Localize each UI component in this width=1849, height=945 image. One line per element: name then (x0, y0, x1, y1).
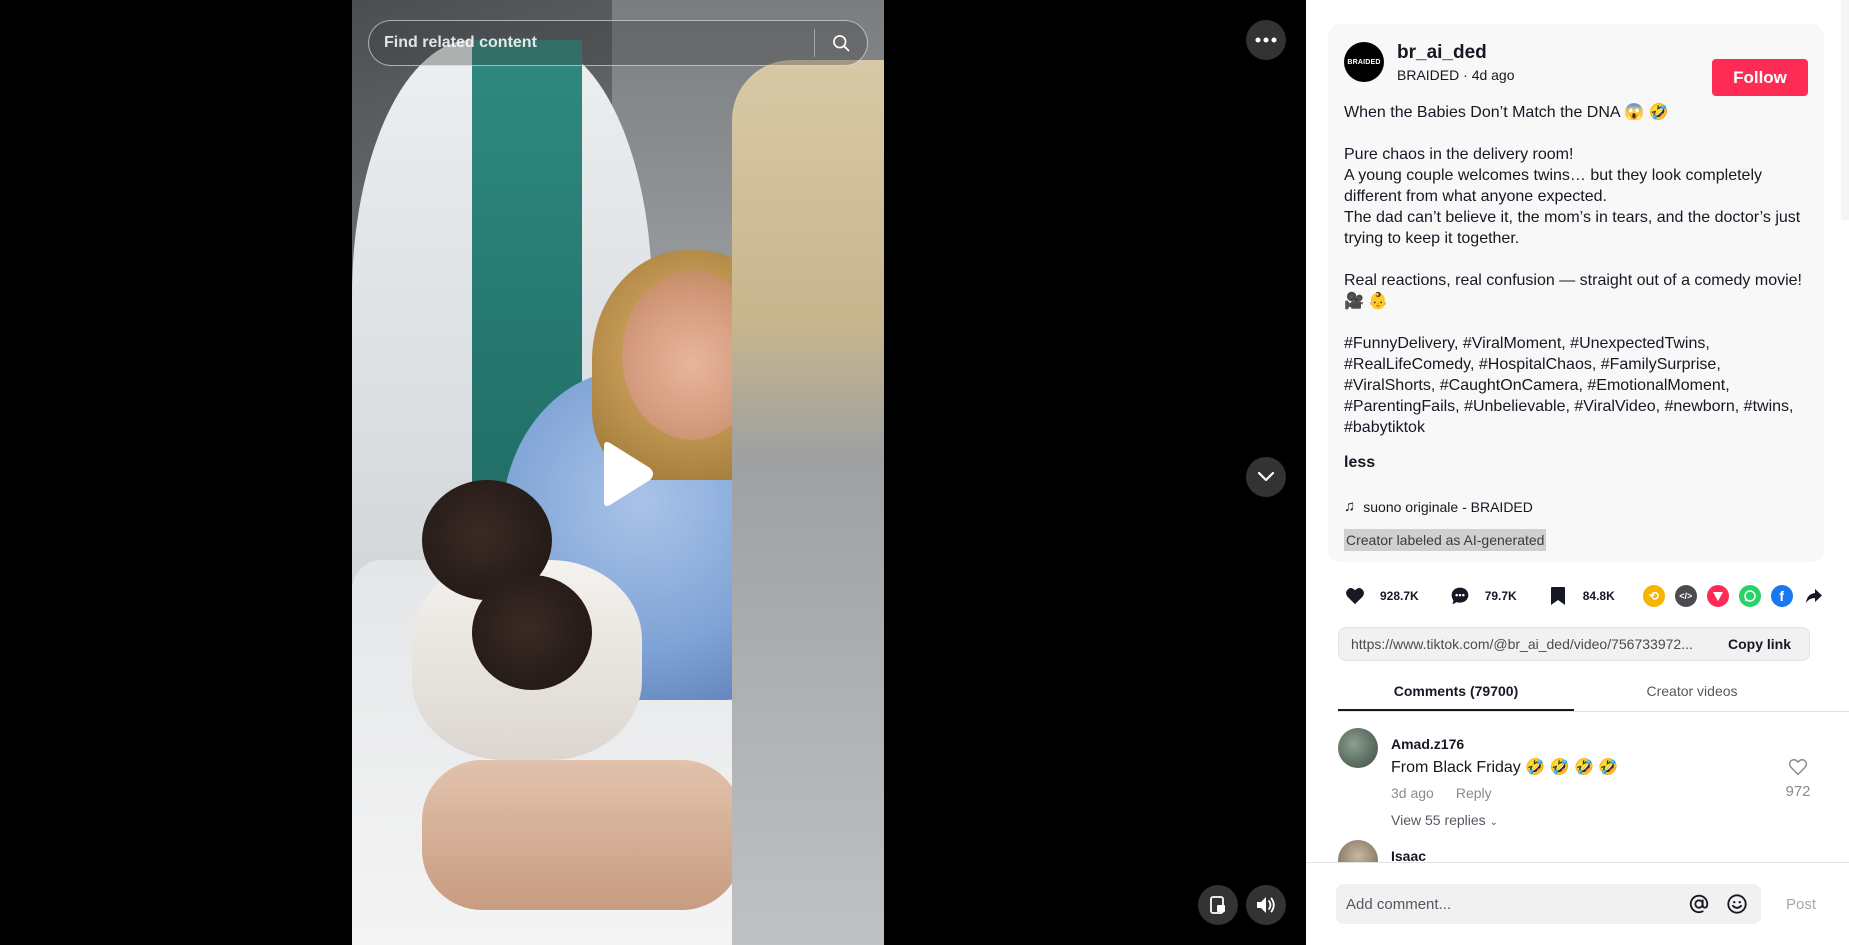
video-frame-father (732, 60, 884, 945)
comment-body: Isaac (1391, 840, 1818, 862)
comment-icon (1447, 583, 1473, 609)
whatsapp-icon[interactable] (1738, 585, 1761, 607)
more-options-button[interactable] (1246, 20, 1286, 60)
mention-icon[interactable] (1685, 890, 1713, 918)
view-replies-button[interactable]: View 55 replies ⌄ (1391, 812, 1818, 828)
panel-scrollbar[interactable] (1841, 0, 1849, 220)
heart-icon (1342, 583, 1368, 609)
music-title: suono originale - BRAIDED (1363, 498, 1533, 515)
volume-button[interactable] (1246, 885, 1286, 925)
ai-generated-label: Creator labeled as AI-generated (1344, 529, 1547, 551)
video-frame-arm (422, 760, 742, 910)
music-link[interactable]: ♫ suono originale - BRAIDED (1344, 498, 1808, 515)
music-note-icon: ♫ (1344, 498, 1356, 515)
like-action[interactable]: 928.7K (1342, 583, 1419, 609)
floating-player-button[interactable] (1198, 885, 1238, 925)
send-icon[interactable] (1706, 585, 1729, 607)
next-video-button[interactable] (1246, 457, 1286, 497)
follow-button[interactable]: Follow (1712, 59, 1808, 96)
comment-input-box (1336, 884, 1761, 924)
description-line: Pure chaos in the delivery room! (1344, 146, 1574, 163)
commenter-avatar[interactable] (1338, 840, 1378, 862)
author-avatar[interactable]: BRAIDED (1344, 42, 1384, 82)
video-stage (0, 0, 1306, 945)
emoji-icon[interactable] (1723, 890, 1751, 918)
share-options: ⟲ </> f (1642, 585, 1825, 607)
more-icon (1255, 37, 1277, 43)
embed-icon[interactable]: </> (1674, 585, 1697, 607)
author-info: br_ai_ded BRAIDED · 4d ago (1397, 40, 1712, 83)
commenter-avatar[interactable] (1338, 728, 1378, 768)
comment-like-count: 972 (1785, 783, 1811, 800)
reply-button[interactable]: Reply (1456, 785, 1492, 801)
panel-tabs: Comments (79700) Creator videos (1338, 674, 1849, 712)
save-count: 84.8K (1582, 589, 1615, 603)
search-button[interactable] (815, 21, 867, 65)
post-description: When the Babies Don’t Match the DNA 😱 🤣 … (1344, 102, 1808, 438)
volume-icon (1257, 897, 1275, 913)
post-info-card: BRAIDED br_ai_ded BRAIDED · 4d ago Follo… (1328, 24, 1824, 562)
share-arrow-icon[interactable] (1803, 585, 1825, 607)
copy-link-button[interactable]: Copy link (1718, 636, 1809, 652)
post-comment-button[interactable]: Post (1786, 896, 1816, 913)
commenter-username[interactable]: Isaac (1391, 848, 1818, 862)
description-line: Real reactions, real confusion — straigh… (1344, 272, 1802, 310)
action-bar: 928.7K 79.7K 84.8K ⟲ </> f (1342, 578, 1822, 614)
chevron-down-icon (1257, 471, 1275, 482)
description-line: A young couple welcomes twins… but they … (1344, 167, 1762, 205)
comment-composer: Post (1306, 862, 1849, 945)
author-display-name: BRAIDED (1397, 67, 1460, 83)
heart-outline-icon (1788, 758, 1808, 776)
comment-meta: 3d ago Reply (1391, 785, 1818, 801)
video-frame-baby-2 (472, 575, 592, 690)
author-meta: BRAIDED · 4d ago (1397, 67, 1515, 83)
comment-action[interactable]: 79.7K (1447, 583, 1517, 609)
facebook-icon[interactable]: f (1770, 585, 1793, 607)
play-button[interactable] (596, 440, 656, 508)
commenter-username[interactable]: Amad.z176 (1391, 736, 1818, 752)
repost-icon[interactable]: ⟲ (1642, 585, 1665, 607)
comment-count: 79.7K (1484, 589, 1517, 603)
bookmark-icon (1545, 583, 1571, 609)
copy-link-box: https://www.tiktok.com/@br_ai_ded/video/… (1338, 627, 1810, 661)
like-count: 928.7K (1380, 589, 1419, 603)
video-url: https://www.tiktok.com/@br_ai_ded/video/… (1351, 636, 1693, 652)
comment-list: Amad.z176 From Black Friday 🤣 🤣 🤣 🤣 3d a… (1338, 728, 1818, 862)
description-line: The dad can’t believe it, the mom’s in t… (1344, 209, 1801, 247)
comment-input[interactable] (1336, 884, 1685, 924)
comment-body: Amad.z176 From Black Friday 🤣 🤣 🤣 🤣 3d a… (1391, 728, 1818, 828)
description-title: When the Babies Don’t Match the DNA 😱 🤣 (1344, 104, 1669, 121)
tab-comments[interactable]: Comments (79700) (1338, 674, 1574, 711)
author-header: BRAIDED br_ai_ded BRAIDED · 4d ago Follo… (1344, 40, 1808, 96)
comment-item: Amad.z176 From Black Friday 🤣 🤣 🤣 🤣 3d a… (1338, 728, 1818, 828)
related-search-input[interactable] (369, 21, 814, 65)
mini-player-icon (1210, 896, 1225, 914)
author-username[interactable]: br_ai_ded (1397, 42, 1712, 64)
comment-text: From Black Friday 🤣 🤣 🤣 🤣 (1391, 759, 1619, 776)
chevron-down-icon: ⌄ (1489, 817, 1498, 828)
tab-creator-videos[interactable]: Creator videos (1574, 674, 1810, 711)
related-search-bar (368, 20, 868, 66)
details-panel: BRAIDED br_ai_ded BRAIDED · 4d ago Follo… (1306, 0, 1849, 945)
show-less-button[interactable]: less (1344, 454, 1808, 472)
comment-like[interactable]: 972 (1778, 758, 1818, 800)
view-replies-label: View 55 replies (1391, 812, 1486, 828)
save-action[interactable]: 84.8K (1545, 583, 1615, 609)
comment-time: 3d ago (1391, 785, 1434, 801)
search-icon (833, 35, 850, 52)
comment-item: Isaac (1338, 840, 1818, 862)
hashtags[interactable]: #FunnyDelivery, #ViralMoment, #Unexpecte… (1344, 333, 1808, 438)
play-icon (604, 442, 653, 506)
post-time: 4d ago (1471, 67, 1515, 83)
